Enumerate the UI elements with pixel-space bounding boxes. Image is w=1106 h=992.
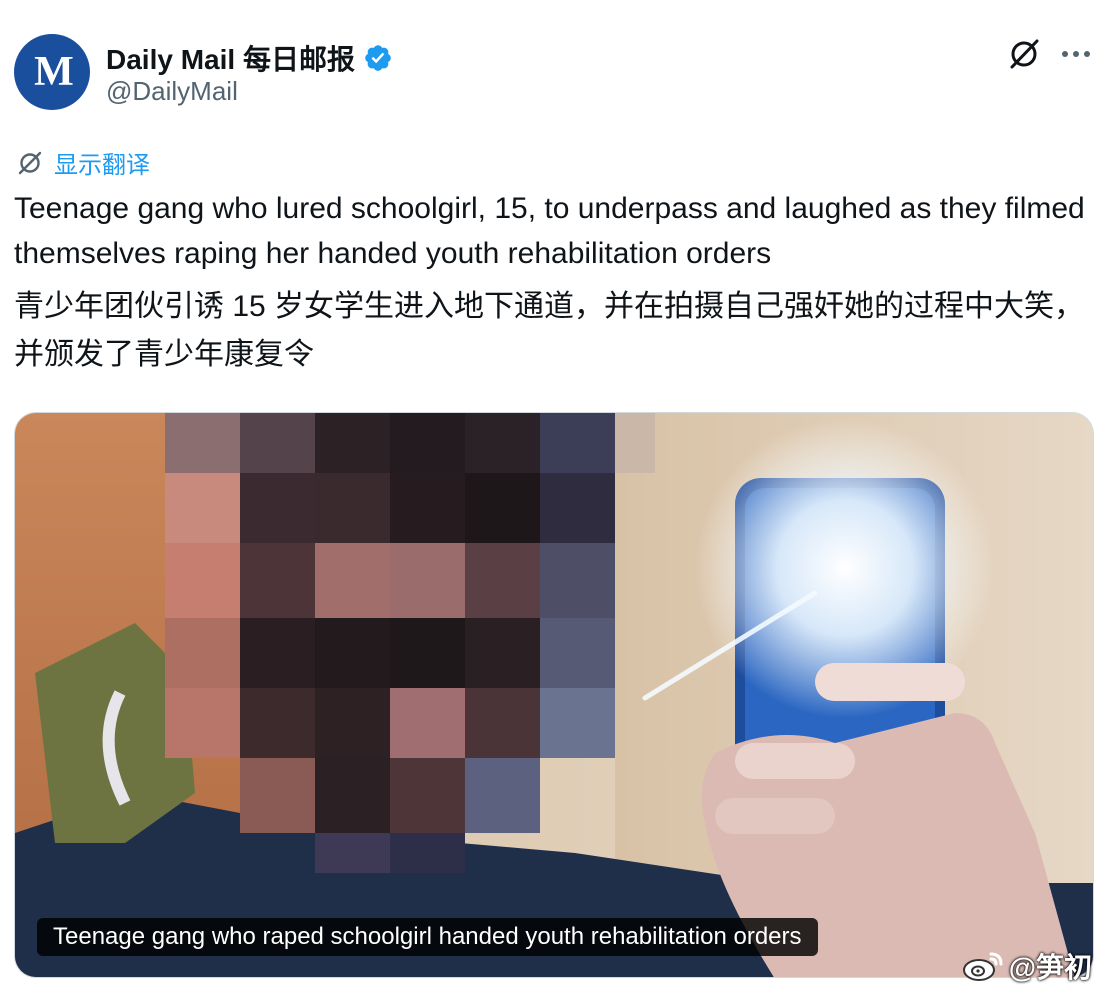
tweet-text-english: Teenage gang who lured schoolgirl, 15, t… bbox=[14, 192, 1085, 270]
show-translation-label: 显示翻译 bbox=[54, 152, 150, 179]
avatar[interactable]: M bbox=[14, 34, 90, 110]
pixelated-photo bbox=[15, 413, 1093, 977]
author-handle[interactable]: @DailyMail bbox=[106, 76, 238, 107]
tweet-text-chinese: 青少年团伙引诱 15 岁女学生进入地下通道，并在拍摄自己强奸她的过程中大笑，并颁… bbox=[14, 290, 1085, 371]
tweet-header: M Daily Mail 每日邮报 @DailyMail bbox=[14, 34, 1094, 114]
verified-badge-icon bbox=[365, 45, 391, 71]
author-display-name[interactable]: Daily Mail 每日邮报 bbox=[106, 38, 355, 78]
weibo-logo-icon bbox=[962, 952, 1003, 981]
media-caption-text: Teenage gang who raped schoolgirl handed… bbox=[53, 923, 802, 950]
author-name-row: Daily Mail 每日邮报 bbox=[106, 38, 393, 78]
avatar-logo: M bbox=[34, 49, 74, 95]
show-translation-link[interactable]: 显示翻译 bbox=[16, 145, 150, 180]
grok-icon[interactable] bbox=[1006, 36, 1042, 72]
watermark-text: @笋初 bbox=[1008, 952, 1092, 983]
tweet-media-image[interactable]: Teenage gang who raped schoolgirl handed… bbox=[14, 412, 1094, 978]
media-caption: Teenage gang who raped schoolgirl handed… bbox=[37, 918, 818, 956]
grok-icon bbox=[18, 151, 42, 174]
more-options-icon[interactable] bbox=[1058, 38, 1094, 70]
weibo-watermark: @笋初 bbox=[961, 946, 1092, 986]
